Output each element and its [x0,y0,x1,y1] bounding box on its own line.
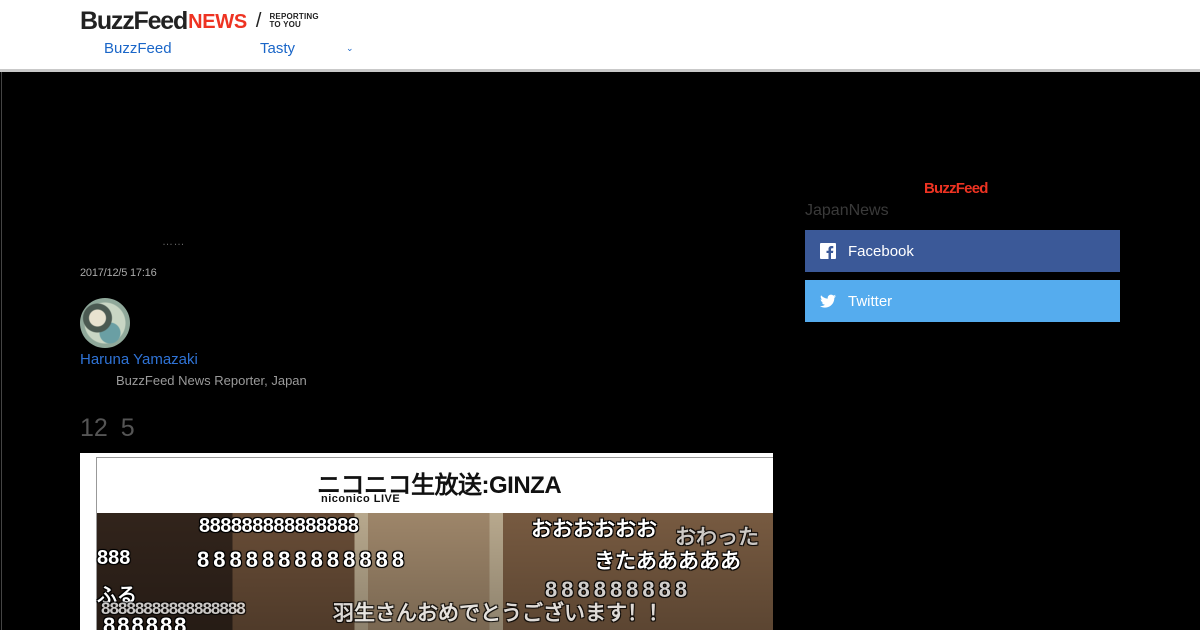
twitter-share-label: Twitter [848,292,893,310]
niconico-subtitle: niconico LIVE [321,493,401,505]
comment-overlay: 888888 [103,613,189,630]
niconico-live-screenshot: ニコニコ生放送:GINZA niconico LIVE 888888888888… [80,453,773,630]
comment-overlay: 888888888888888 [199,515,359,537]
video-stage: 888888888888888 おおおおおお おわった 888 88888888… [97,513,773,630]
video-frame: ニコニコ生放送:GINZA niconico LIVE 888888888888… [96,457,773,630]
article-timestamp: 2017/12/5 17:16 [80,267,157,279]
twitter-share-button[interactable]: Twitter [805,280,1120,322]
comment-overlay: 888 [97,547,131,569]
article-date-heading: 12 5 [80,414,135,442]
facebook-share-button[interactable]: Facebook [805,230,1120,272]
logo-buzzfeed-text: BuzzFeed [80,6,188,35]
comment-overlay: 羽生さんおめでとうございます！！ [333,602,669,625]
logo-news-text: NEWS [188,10,247,33]
logo-slash: / [255,9,262,32]
author-role: BuzzFeed News Reporter, Japan [116,373,307,388]
facebook-icon [820,243,836,259]
author-avatar[interactable] [80,298,130,348]
nav-link-tasty[interactable]: Tasty [260,40,295,57]
comment-overlay: 8888888888888 [197,547,409,572]
facebook-share-label: Facebook [848,242,914,260]
author-name-link[interactable]: Haruna Yamazaki [80,351,198,368]
buzzfeed-news-logo[interactable]: BuzzFeed NEWS / REPORTING TO YOU [80,6,329,35]
nav-link-buzzfeed[interactable]: BuzzFeed [104,40,172,57]
article-title-ellipsis: …… [162,236,185,248]
site-header: BuzzFeed NEWS / REPORTING TO YOU BuzzFee… [0,0,1200,72]
sidebar-buzzfeed-logo[interactable]: BuzzFeed [924,180,988,197]
sidebar-japannews-label: JapanNews [805,202,889,219]
twitter-icon [820,293,836,309]
video-left-margin [80,453,96,630]
comment-overlay: おおおおおお [531,518,657,541]
logo-tagline: REPORTING TO YOU [269,12,319,29]
comment-overlay: きたあああああ [594,550,741,573]
chevron-down-icon[interactable]: ⌄ [346,43,354,54]
